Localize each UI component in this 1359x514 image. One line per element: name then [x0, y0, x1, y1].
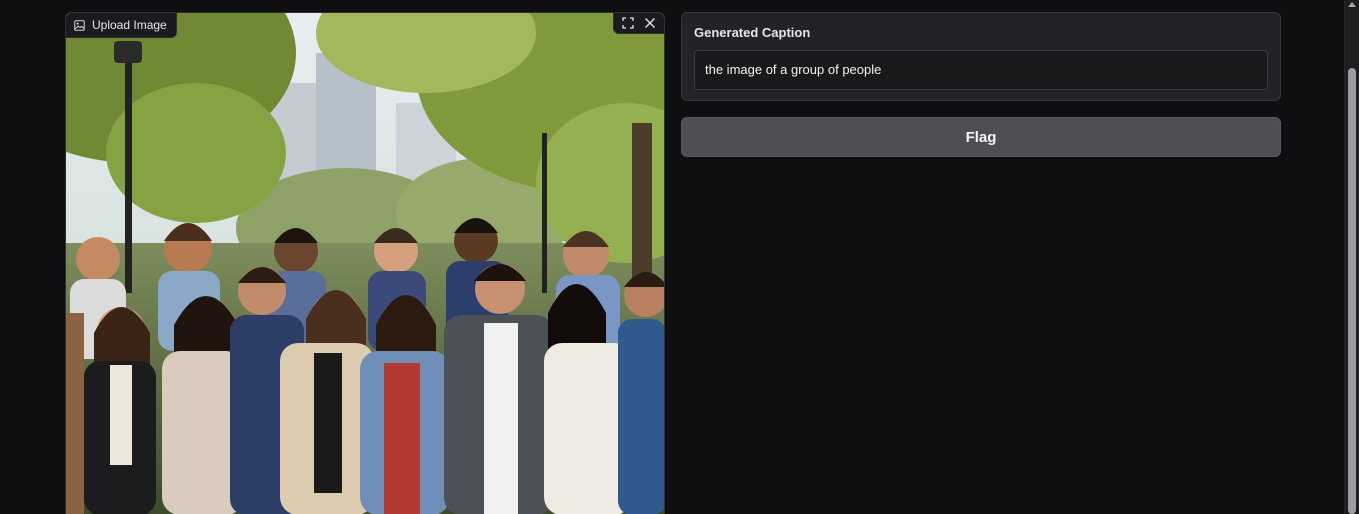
page-scrollbar[interactable]	[1344, 0, 1359, 514]
close-icon[interactable]	[641, 14, 659, 32]
generated-caption-panel: Generated Caption the image of a group o…	[681, 12, 1281, 101]
scrollbar-thumb[interactable]	[1348, 68, 1356, 514]
image-upload-panel[interactable]: Upload Image	[65, 12, 665, 514]
upload-image-label-text: Upload Image	[92, 18, 167, 32]
flag-button[interactable]: Flag	[681, 117, 1281, 157]
fullscreen-icon[interactable]	[619, 14, 637, 32]
generated-caption-textbox[interactable]: the image of a group of people	[694, 50, 1268, 90]
app-page: Upload Image Generated Caption the image…	[0, 0, 1359, 514]
generated-caption-label: Generated Caption	[694, 25, 811, 40]
upload-image-label: Upload Image	[66, 13, 177, 38]
scroll-up-arrow-icon[interactable]	[1348, 2, 1356, 7]
uploaded-photo	[66, 13, 664, 514]
image-icon	[74, 19, 85, 31]
image-toolbar	[613, 13, 664, 34]
